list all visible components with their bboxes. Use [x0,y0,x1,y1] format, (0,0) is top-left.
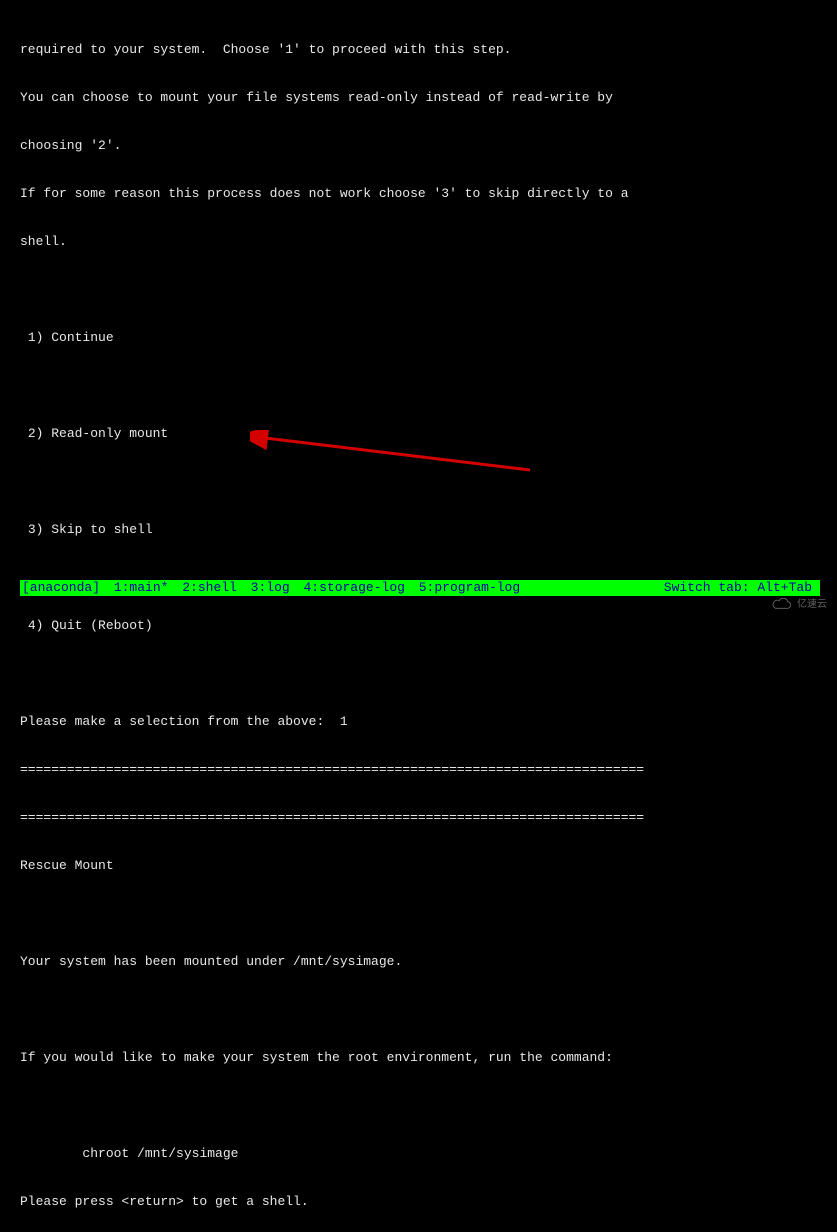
press-return-msg: Please press <return> to get a shell. [20,1194,817,1210]
menu-option-2: 2) Read-only mount [20,426,817,442]
blank-line [20,1002,817,1018]
status-tab-shell[interactable]: 2:shell [182,580,237,595]
chroot-hint: chroot /mnt/sysimage [20,1146,817,1162]
status-tab-storage-log[interactable]: 4:storage-log [304,580,405,595]
menu-option-4: 4) Quit (Reboot) [20,618,817,634]
cloud-icon [771,598,793,612]
watermark: 亿速云 [771,596,827,614]
blank-line [20,378,817,394]
rescue-title: Rescue Mount [20,858,817,874]
divider: ========================================… [20,810,817,826]
intro-line: shell. [20,234,817,250]
selection-prompt: Please make a selection from the above: … [20,714,817,730]
blank-line [20,474,817,490]
blank-line [20,666,817,682]
terminal-output[interactable]: required to your system. Choose '1' to p… [0,0,837,1232]
watermark-text: 亿速云 [797,597,827,613]
status-switch-hint: Switch tab: Alt+Tab [664,580,812,595]
divider: ========================================… [20,762,817,778]
root-env-msg: If you would like to make your system th… [20,1050,817,1066]
status-tab-main[interactable]: 1:main* [114,580,169,595]
status-anaconda: [anaconda] [22,580,100,595]
intro-line: required to your system. Choose '1' to p… [20,42,817,58]
intro-line: You can choose to mount your file system… [20,90,817,106]
blank-line [20,1098,817,1114]
mounted-msg: Your system has been mounted under /mnt/… [20,954,817,970]
menu-option-3: 3) Skip to shell [20,522,817,538]
menu-option-1: 1) Continue [20,330,817,346]
intro-line: If for some reason this process does not… [20,186,817,202]
blank-line [20,282,817,298]
tmux-statusbar: [anaconda] 1:main* 2:shell 3:log 4:stora… [20,580,820,596]
status-tab-log[interactable]: 3:log [251,580,290,595]
status-tab-program-log[interactable]: 5:program-log [419,580,520,595]
blank-line [20,906,817,922]
intro-line: choosing '2'. [20,138,817,154]
